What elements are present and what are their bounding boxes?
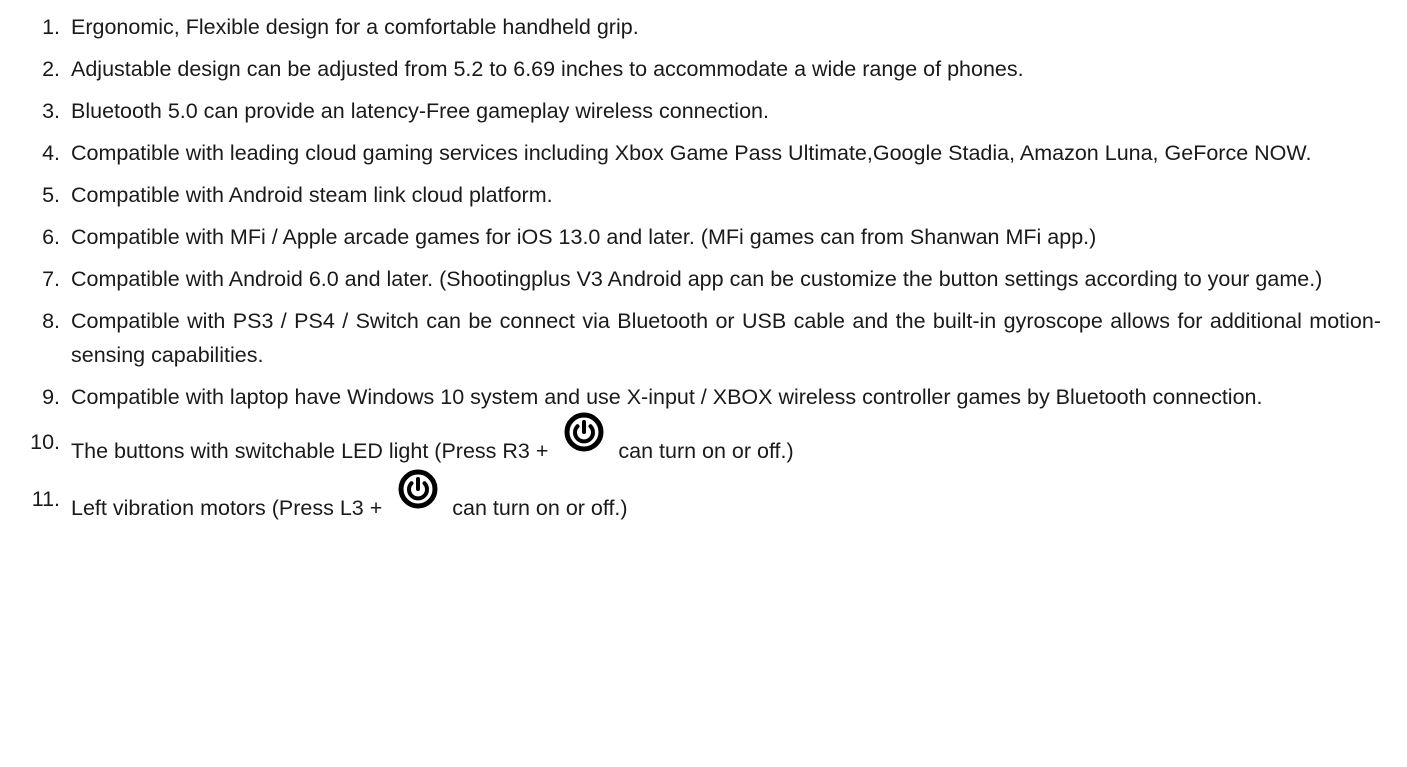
item-text: Ergonomic, Flexible design for a comfort… [71,15,639,39]
list-item: 10. The buttons with switchable LED ligh… [12,412,1381,471]
item-number: 8. [42,309,60,333]
item-text: Compatible with PS3 / PS4 / Switch can b… [71,309,1381,367]
power-icon [564,412,604,452]
item-text: Compatible with Android 6.0 and later. (… [71,267,1323,291]
item-number: 10. [30,430,60,454]
item-text: Compatible with MFi / Apple arcade games… [71,225,1097,249]
feature-document: 1. Ergonomic, Flexible design for a comf… [0,0,1407,767]
item-number: 5. [42,183,60,207]
list-item: 7. Compatible with Android 6.0 and later… [12,262,1381,296]
item-text: Left vibration motors (Press L3 + can tu… [60,469,1381,528]
item-text: Adjustable design can be adjusted from 5… [71,57,1024,81]
item-number: 2. [42,57,60,81]
item-number: 4. [42,141,60,165]
list-item: 4. Compatible with leading cloud gaming … [12,136,1381,170]
item-number: 3. [42,99,60,123]
item-text-before-icon: Left vibration motors (Press L3 + [71,496,383,520]
list-item: 8. Compatible with PS3 / PS4 / Switch ca… [12,304,1381,372]
list-item: 2. Adjustable design can be adjusted fro… [12,52,1381,86]
item-text: The buttons with switchable LED light (P… [60,412,1381,471]
item-text: Compatible with Android steam link cloud… [71,183,553,207]
item-number: 9. [42,385,60,409]
item-number: 11. [31,487,60,511]
feature-list: 1. Ergonomic, Flexible design for a comf… [12,10,1381,528]
item-text-before-icon: The buttons with switchable LED light (P… [71,439,549,463]
item-text-after-icon: can turn on or off.) [618,439,794,463]
item-text: Compatible with leading cloud gaming ser… [71,141,1312,165]
item-number: 6. [42,225,60,249]
item-text: Bluetooth 5.0 can provide an latency-Fre… [71,99,769,123]
item-number: 7. [42,267,60,291]
list-item: 1. Ergonomic, Flexible design for a comf… [12,10,1381,44]
list-item: 6. Compatible with MFi / Apple arcade ga… [12,220,1381,254]
list-item: 11. Left vibration motors (Press L3 + ca… [12,469,1381,528]
item-number: 1. [42,15,60,39]
item-text: Compatible with laptop have Windows 10 s… [71,385,1263,409]
power-icon [398,469,438,509]
list-item: 9. Compatible with laptop have Windows 1… [12,380,1381,414]
item-text-after-icon: can turn on or off.) [452,496,628,520]
list-item: 5. Compatible with Android steam link cl… [12,178,1381,212]
list-item: 3. Bluetooth 5.0 can provide an latency-… [12,94,1381,128]
